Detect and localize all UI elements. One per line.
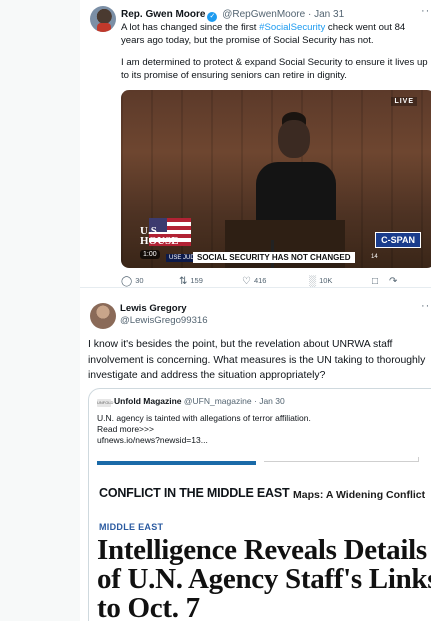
quoted-author-name: Unfold Magazine bbox=[114, 396, 182, 406]
like-button[interactable]: ♡ 416 bbox=[242, 276, 266, 287]
tweet-gwen-moore[interactable]: Rep. Gwen Moore ✓ @RepGwenMoore · Jan 31 … bbox=[80, 0, 431, 288]
like-icon: ♡ bbox=[242, 276, 251, 287]
verified-badge-icon: ✓ bbox=[207, 12, 218, 22]
article-image-rule bbox=[97, 457, 431, 467]
more-icon[interactable]: ··· bbox=[421, 300, 431, 312]
cspan-logo: C-SPAN bbox=[375, 232, 421, 248]
views-button[interactable]: ░ 10K bbox=[309, 276, 332, 287]
repost-button[interactable]: ⇅ 159 bbox=[179, 276, 203, 287]
video-duration: 1:00 bbox=[140, 250, 160, 259]
left-sidebar-area bbox=[0, 0, 80, 621]
reply-count: 30 bbox=[135, 276, 144, 285]
tweet-text-paragraph: I am determined to protect & expand Soci… bbox=[121, 57, 428, 81]
quoted-author-handle: @UFN_magazine bbox=[183, 396, 252, 406]
timeline-feed: Rep. Gwen Moore ✓ @RepGwenMoore · Jan 31 … bbox=[80, 0, 431, 621]
more-icon[interactable]: ··· bbox=[421, 5, 431, 17]
logo-line-2: HOUSE bbox=[140, 235, 179, 247]
author-handle[interactable]: @RepGwenMoore bbox=[222, 9, 305, 20]
quoted-line: U.N. agency is tainted with allegations … bbox=[97, 413, 311, 423]
article-headline: Intelligence Reveals Details of U.N. Age… bbox=[97, 534, 431, 621]
tweet-text-part: A lot has changed since the first bbox=[121, 22, 260, 33]
tweet-text: A lot has changed since the first #Socia… bbox=[121, 22, 431, 47]
author-handle[interactable]: @LewisGrego99316 bbox=[120, 315, 208, 326]
reply-button[interactable]: ◯ 30 bbox=[121, 276, 144, 287]
share-button[interactable]: ↷ bbox=[389, 276, 400, 287]
avatar[interactable] bbox=[90, 6, 116, 32]
author-name[interactable]: Lewis Gregory bbox=[120, 303, 187, 314]
quoted-link[interactable]: ufnews.io/news?newsid=13... bbox=[97, 435, 431, 446]
rule-accent bbox=[97, 461, 256, 465]
separator: · bbox=[307, 9, 312, 20]
share-icon: ↷ bbox=[389, 276, 398, 287]
chyron-right: 14 bbox=[371, 254, 378, 260]
quoted-line: Read more>>> bbox=[97, 424, 154, 434]
tweet-date[interactable]: Jan 31 bbox=[314, 9, 344, 20]
speaker-figure bbox=[256, 112, 336, 232]
us-house-logo: U.S. HOUSE bbox=[140, 226, 179, 247]
hashtag-link[interactable]: #SocialSecurity bbox=[259, 22, 325, 33]
like-count: 416 bbox=[253, 276, 267, 285]
speaker-head bbox=[278, 120, 310, 158]
views-icon: ░ bbox=[309, 276, 317, 287]
conflict-label: CONFLICT IN THE MIDDLE EAST bbox=[99, 486, 290, 500]
quoted-tweet[interactable]: UNFOLDUnfold Magazine @UFN_magazine · Ja… bbox=[88, 388, 431, 621]
rule-thin bbox=[264, 457, 419, 462]
tweet-text: I know it's besides the point, but the r… bbox=[88, 339, 426, 381]
chyron-main: SOCIAL SECURITY HAS NOT CHANGED bbox=[193, 252, 355, 263]
maps-link: Maps: A Widening Conflict bbox=[293, 489, 426, 501]
repost-icon: ⇅ bbox=[179, 276, 188, 287]
section-label: MIDDLE EAST bbox=[99, 522, 164, 532]
bookmark-icon: □ bbox=[372, 276, 379, 287]
repost-count: 159 bbox=[190, 276, 203, 285]
video-player[interactable]: LIVE U.S. HOUSE C-SPAN USE JUDICIARY C S… bbox=[121, 90, 431, 268]
unfold-logo: UNFOLD bbox=[97, 399, 114, 407]
live-badge: LIVE bbox=[391, 97, 417, 106]
view-count: 10K bbox=[319, 276, 333, 285]
quoted-tweet-header: UNFOLDUnfold Magazine @UFN_magazine · Ja… bbox=[97, 396, 285, 407]
author-name[interactable]: Rep. Gwen Moore bbox=[121, 9, 205, 20]
avatar[interactable] bbox=[90, 303, 116, 329]
reply-icon: ◯ bbox=[121, 276, 133, 287]
quoted-tweet-date: Jan 30 bbox=[259, 396, 285, 406]
quoted-tweet-text: U.N. agency is tainted with allegations … bbox=[97, 413, 431, 446]
separator: · bbox=[253, 396, 257, 406]
bookmark-button[interactable]: □ bbox=[372, 276, 381, 287]
tweet-header: Rep. Gwen Moore ✓ @RepGwenMoore · Jan 31 bbox=[121, 8, 344, 22]
tweet-lewis-gregory[interactable]: Lewis Gregory @LewisGrego99316 ··· I kno… bbox=[80, 287, 431, 621]
